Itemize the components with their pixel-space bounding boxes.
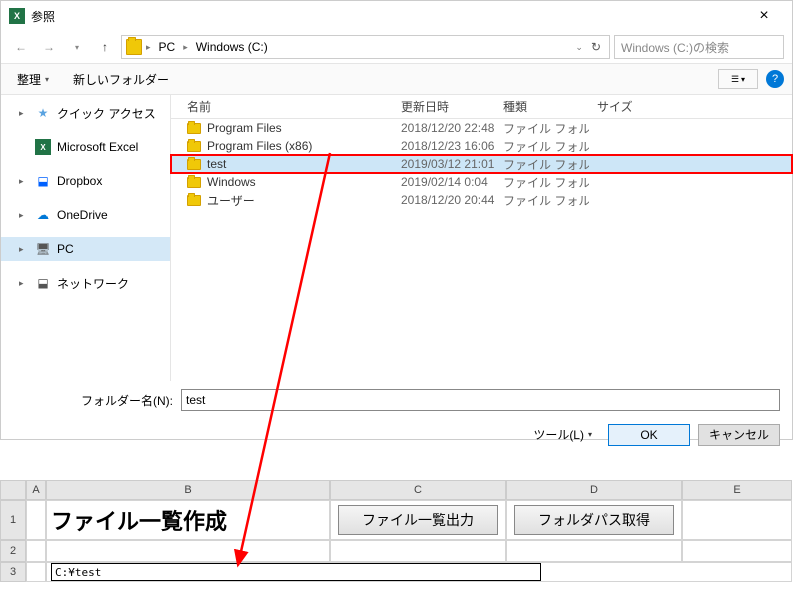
new-folder-button[interactable]: 新しいフォルダー (65, 68, 177, 91)
breadcrumb[interactable]: ▸ PC ▸ Windows (C:) ⌄ ↻ (121, 35, 610, 59)
star-icon: ★ (35, 105, 51, 121)
nav-forward-button[interactable]: → (37, 35, 61, 59)
breadcrumb-dropdown[interactable]: ⌄ (573, 42, 585, 53)
dialog-footer: フォルダー名(N): ツール(L)▾ OK キャンセル (1, 381, 792, 454)
col-header-a[interactable]: A (26, 480, 46, 500)
help-button[interactable]: ? (766, 70, 784, 88)
chevron-right-icon: ▸ (19, 244, 29, 255)
dropbox-icon: ⬓ (35, 173, 51, 189)
pc-icon: 🖥 (35, 241, 51, 257)
folder-icon (187, 159, 201, 170)
col-size[interactable]: サイズ (589, 98, 669, 115)
sidebar-item-dropbox[interactable]: ▸⬓Dropbox (1, 169, 170, 193)
organize-button[interactable]: 整理▾ (9, 68, 57, 91)
col-header-b[interactable]: B (46, 480, 330, 500)
content-area: ▸★クイック アクセス XMicrosoft Excel ▸⬓Dropbox ▸… (1, 95, 792, 381)
cell[interactable] (682, 500, 792, 540)
chevron-right-icon: ▸ (19, 108, 29, 119)
file-row[interactable]: Program Files 2018/12/20 22:48 ファイル フォルダ… (171, 119, 792, 137)
sidebar-item-excel[interactable]: XMicrosoft Excel (1, 135, 170, 159)
network-icon: ⬓ (35, 275, 51, 291)
folder-name-label: フォルダー名(N): (13, 392, 173, 409)
sidebar-item-onedrive[interactable]: ▸☁OneDrive (1, 203, 170, 227)
cell[interactable] (26, 540, 46, 562)
excel-sheet: A B C D E 1 ファイル一覧作成 ファイル一覧出力 フォルダパス取得 2… (0, 480, 793, 582)
chevron-right-icon: ▸ (19, 278, 29, 289)
excel-icon: X (35, 139, 51, 155)
path-textbox[interactable]: C:¥test (51, 563, 541, 581)
chevron-right-icon: ▸ (144, 42, 153, 53)
sidebar-item-pc[interactable]: ▸🖥PC (1, 237, 170, 261)
col-header-d[interactable]: D (506, 480, 682, 500)
close-button[interactable]: × (744, 2, 784, 30)
cell[interactable] (46, 540, 330, 562)
cell[interactable] (26, 562, 46, 582)
folder-icon (187, 141, 201, 152)
sidebar: ▸★クイック アクセス XMicrosoft Excel ▸⬓Dropbox ▸… (1, 95, 171, 381)
cell-path[interactable]: C:¥test (46, 562, 792, 582)
chevron-right-icon: ▸ (181, 42, 190, 53)
search-input[interactable]: Windows (C:)の検索 (614, 35, 784, 59)
row-header-1[interactable]: 1 (0, 500, 26, 540)
sidebar-item-quick-access[interactable]: ▸★クイック アクセス (1, 101, 170, 125)
folder-icon (187, 195, 201, 206)
chevron-right-icon: ▸ (19, 210, 29, 221)
cell[interactable] (506, 540, 682, 562)
toolbar: 整理▾ 新しいフォルダー ☰▾ ? (1, 63, 792, 95)
col-header-c[interactable]: C (330, 480, 506, 500)
col-header-e[interactable]: E (682, 480, 792, 500)
view-options-button[interactable]: ☰▾ (718, 69, 758, 89)
chevron-right-icon: ▸ (19, 176, 29, 187)
sidebar-item-network[interactable]: ▸⬓ネットワーク (1, 271, 170, 295)
breadcrumb-pc[interactable]: PC (155, 40, 180, 54)
folder-path-get-button[interactable]: フォルダパス取得 (514, 505, 674, 535)
file-list-output-button[interactable]: ファイル一覧出力 (338, 505, 498, 535)
nav-up-button[interactable]: ↑ (93, 35, 117, 59)
folder-name-input[interactable] (181, 389, 780, 411)
select-all-corner[interactable] (0, 480, 26, 500)
cloud-icon: ☁ (35, 207, 51, 223)
cell[interactable] (26, 500, 46, 540)
file-row[interactable]: ユーザー 2018/12/20 20:44 ファイル フォルダー (171, 191, 792, 209)
row-header-3[interactable]: 3 (0, 562, 26, 582)
file-row-selected[interactable]: test 2019/03/12 21:01 ファイル フォルダー (171, 155, 792, 173)
cell[interactable] (682, 540, 792, 562)
folder-icon (187, 123, 201, 134)
drive-icon (126, 39, 142, 55)
excel-icon: X (9, 8, 25, 24)
refresh-button[interactable]: ↻ (587, 40, 605, 54)
cell[interactable]: ファイル一覧出力 (330, 500, 506, 540)
col-date[interactable]: 更新日時 (393, 98, 495, 115)
ok-button[interactable]: OK (608, 424, 690, 446)
col-type[interactable]: 種類 (495, 98, 589, 115)
breadcrumb-drive[interactable]: Windows (C:) (192, 40, 272, 54)
titlebar: X 参照 × (1, 1, 792, 31)
cell-title[interactable]: ファイル一覧作成 (46, 500, 330, 540)
cell[interactable] (330, 540, 506, 562)
tools-dropdown[interactable]: ツール(L)▾ (525, 423, 600, 446)
cancel-button[interactable]: キャンセル (698, 424, 780, 446)
row-header-2[interactable]: 2 (0, 540, 26, 562)
navbar: ← → ▾ ↑ ▸ PC ▸ Windows (C:) ⌄ ↻ Windows … (1, 31, 792, 63)
file-row[interactable]: Windows 2019/02/14 0:04 ファイル フォルダー (171, 173, 792, 191)
nav-recent-dropdown[interactable]: ▾ (65, 35, 89, 59)
file-list-header: 名前 更新日時 種類 サイズ (171, 95, 792, 119)
file-row[interactable]: Program Files (x86) 2018/12/23 16:06 ファイ… (171, 137, 792, 155)
cell[interactable]: フォルダパス取得 (506, 500, 682, 540)
file-dialog: X 参照 × ← → ▾ ↑ ▸ PC ▸ Windows (C:) ⌄ ↻ W… (0, 0, 793, 440)
file-list: 名前 更新日時 種類 サイズ Program Files 2018/12/20 … (171, 95, 792, 381)
col-name[interactable]: 名前 (179, 98, 393, 115)
folder-icon (187, 177, 201, 188)
nav-back-button[interactable]: ← (9, 35, 33, 59)
dialog-title: 参照 (31, 8, 744, 25)
